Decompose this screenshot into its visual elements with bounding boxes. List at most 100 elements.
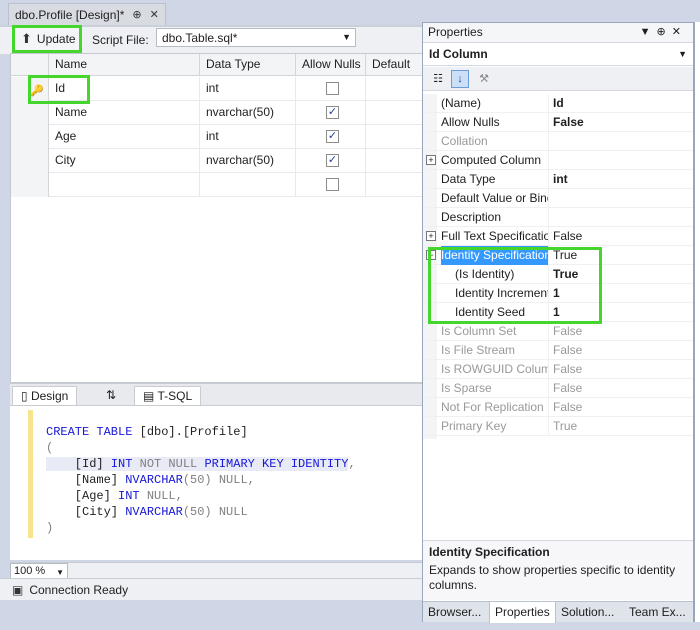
property-value[interactable]: False	[553, 398, 691, 417]
description-title: Identity Specification	[429, 545, 550, 559]
default-cell[interactable]	[366, 149, 425, 173]
script-icon: ▤	[143, 389, 158, 403]
categorized-icon[interactable]: ☷	[429, 70, 447, 88]
row-selector[interactable]	[11, 173, 49, 197]
property-row[interactable]: Description	[423, 208, 693, 227]
property-row[interactable]: Default Value or Binding	[423, 189, 693, 208]
property-row[interactable]: Allow Nulls False	[423, 113, 693, 132]
property-value[interactable]: Id	[553, 94, 691, 113]
default-cell[interactable]	[366, 77, 425, 101]
property-row[interactable]: Data Type int	[423, 170, 693, 189]
properties-title-bar: Properties ▼⊕✕	[423, 23, 693, 43]
allow-nulls-cell	[296, 173, 366, 197]
property-row[interactable]: Is Column Set False	[423, 322, 693, 341]
chevron-down-icon: ▼	[678, 49, 687, 59]
zoom-bar: 100 % ▼	[10, 562, 424, 579]
update-button[interactable]: ⬆ Update	[12, 25, 82, 53]
column-name-cell[interactable]	[49, 173, 200, 197]
change-marker-gutter	[28, 410, 33, 538]
table-row[interactable]: City nvarchar(50) ✓	[11, 149, 425, 173]
allow-nulls-checkbox[interactable]: ✓	[326, 106, 339, 119]
property-row[interactable]: Primary Key True	[423, 417, 693, 436]
property-row[interactable]: Is ROWGUID Column False	[423, 360, 693, 379]
row-selector[interactable]	[11, 149, 49, 173]
expand-toggle-icon[interactable]: +	[426, 155, 436, 165]
background-window	[694, 22, 700, 622]
script-file-select[interactable]: dbo.Table.sql* ▼	[156, 28, 356, 47]
property-value[interactable]: False	[553, 322, 691, 341]
table-row[interactable]	[11, 173, 425, 197]
allow-nulls-cell	[296, 77, 366, 101]
tool-tab[interactable]: Properties	[489, 602, 556, 623]
tab-design-label: Design	[30, 389, 69, 403]
property-row[interactable]: + Full Text Specification False	[423, 227, 693, 246]
table-row[interactable]: Name nvarchar(50) ✓	[11, 101, 425, 125]
document-tab[interactable]: dbo.Profile [Design]* ⊕ ✕	[8, 3, 166, 25]
description-pane: Identity Specification Expands to show p…	[423, 540, 693, 600]
property-row[interactable]: Collation	[423, 132, 693, 151]
connection-icon: ▣	[12, 582, 24, 597]
data-type-cell[interactable]	[200, 173, 296, 197]
col-header-allow-nulls[interactable]: Allow Nulls	[296, 54, 366, 76]
property-row[interactable]: Is Sparse False	[423, 379, 693, 398]
data-type-cell[interactable]: nvarchar(50)	[200, 101, 296, 125]
column-name-cell[interactable]: Name	[49, 101, 200, 125]
column-name-cell[interactable]: City	[49, 149, 200, 173]
allow-nulls-checkbox[interactable]	[326, 178, 339, 191]
expand-toggle-icon[interactable]: +	[426, 231, 436, 241]
window-controls[interactable]: ▼⊕✕	[640, 23, 687, 42]
property-value[interactable]: False	[553, 341, 691, 360]
status-text: Connection Ready	[29, 582, 129, 597]
design-icon: ▯	[21, 389, 31, 403]
tsql-editor[interactable]: CREATE TABLE [dbo].[Profile] ( [Id] INT …	[10, 405, 424, 560]
zoom-select[interactable]: 100 % ▼	[10, 563, 68, 579]
default-cell[interactable]	[366, 173, 425, 197]
wrench-icon[interactable]: ⚒	[475, 70, 493, 88]
property-row[interactable]: (Name) Id	[423, 94, 693, 113]
column-name-cell[interactable]: Age	[49, 125, 200, 149]
property-name: Collation	[441, 132, 549, 151]
row-selector[interactable]	[11, 125, 49, 149]
property-value[interactable]: False	[553, 227, 691, 246]
sql-line-7: )	[46, 521, 54, 535]
col-header-data-type[interactable]: Data Type	[200, 54, 296, 76]
tool-tab[interactable]: Solution...	[556, 602, 619, 623]
default-cell[interactable]	[366, 125, 425, 149]
property-value[interactable]: True	[553, 417, 691, 436]
swap-panes-button[interactable]: ⇅	[98, 386, 124, 406]
tab-tsql-label: T-SQL	[157, 389, 193, 403]
tool-tab[interactable]: Browser...	[423, 602, 486, 623]
sql-line-2: (	[46, 441, 54, 455]
allow-nulls-checkbox[interactable]: ✓	[326, 154, 339, 167]
property-row[interactable]: Not For Replication False	[423, 398, 693, 417]
alphabetical-sort-icon[interactable]: ↓	[451, 70, 469, 88]
tool-tab[interactable]: Team Ex...	[624, 602, 691, 623]
col-header-default[interactable]: Default	[366, 54, 425, 76]
data-type-cell[interactable]: int	[200, 77, 296, 101]
property-value[interactable]: False	[553, 379, 691, 398]
properties-title: Properties	[428, 25, 483, 39]
tab-tsql[interactable]: ▤ T-SQL	[134, 386, 202, 406]
property-row[interactable]: Is File Stream False	[423, 341, 693, 360]
property-value[interactable]: False	[553, 360, 691, 379]
object-selector[interactable]: Id Column ▼	[423, 44, 693, 66]
allow-nulls-checkbox[interactable]: ✓	[326, 130, 339, 143]
property-value[interactable]: False	[553, 113, 691, 132]
pin-icon[interactable]: ⊕	[132, 8, 141, 21]
upload-arrow-icon: ⬆	[21, 31, 32, 46]
close-icon[interactable]: ✕	[150, 8, 159, 21]
default-cell[interactable]	[366, 101, 425, 125]
property-row[interactable]: + Computed Column	[423, 151, 693, 170]
table-row[interactable]: Age int ✓	[11, 125, 425, 149]
allow-nulls-checkbox[interactable]	[326, 82, 339, 95]
properties-toolbar: ☷ ↓ ⚒	[423, 67, 693, 91]
col-header-name[interactable]: Name	[49, 54, 200, 76]
tab-design[interactable]: ▯ Design	[12, 386, 78, 406]
row-selector[interactable]	[11, 101, 49, 125]
data-type-cell[interactable]: int	[200, 125, 296, 149]
data-type-cell[interactable]: nvarchar(50)	[200, 149, 296, 173]
property-name: Allow Nulls	[441, 113, 549, 132]
property-value[interactable]: int	[553, 170, 691, 189]
zoom-value: 100 %	[14, 565, 46, 577]
identity-spec-highlight	[428, 247, 602, 324]
